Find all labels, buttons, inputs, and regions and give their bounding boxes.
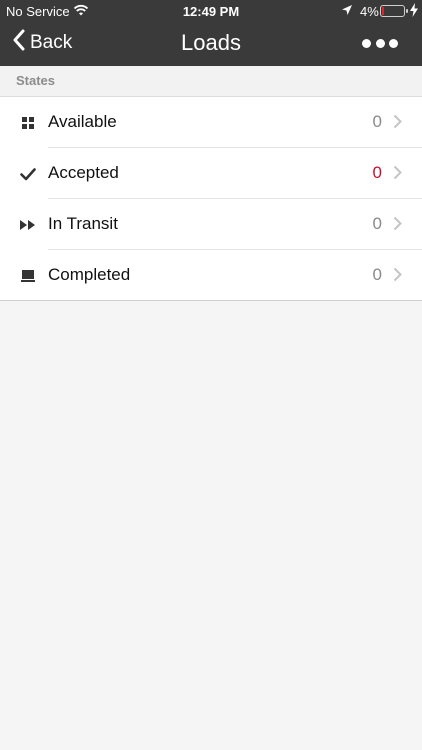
more-options-button[interactable] <box>362 34 398 52</box>
more-dot-icon <box>375 38 385 48</box>
list-item-count: 0 <box>372 265 382 284</box>
more-dot-icon <box>362 38 371 48</box>
list-item-in-transit[interactable]: In Transit 0 <box>0 199 422 250</box>
chevron-right-icon <box>393 216 402 236</box>
battery-percent: 4% <box>360 4 379 19</box>
chevron-right-icon <box>393 267 402 287</box>
section-header-states: States <box>0 66 422 97</box>
clock: 12:49 PM <box>182 4 240 19</box>
list-item-label: In Transit <box>48 214 118 233</box>
states-list: Available 0 Accepted 0 In Transit 0 Comp… <box>0 97 422 301</box>
laptop-icon <box>20 268 36 284</box>
checkmark-icon <box>20 166 36 182</box>
charging-bolt-icon <box>410 3 418 20</box>
list-item-count: 0 <box>372 112 382 131</box>
list-item-label: Completed <box>48 265 131 284</box>
list-item-accepted[interactable]: Accepted 0 <box>0 148 422 199</box>
list-item-label: Accepted <box>48 163 119 182</box>
navigation-bar: No Service 12:49 PM 4% Back Loads <box>0 0 422 66</box>
chevron-right-icon <box>393 114 402 134</box>
list-item-available[interactable]: Available 0 <box>0 97 422 148</box>
location-arrow-icon <box>341 4 353 19</box>
more-dot-icon <box>389 38 398 48</box>
list-item-label: Available <box>48 112 117 131</box>
fast-forward-icon <box>20 217 36 233</box>
battery-icon <box>380 5 408 17</box>
list-item-completed[interactable]: Completed 0 <box>0 250 422 301</box>
list-item-count: 0 <box>372 163 382 182</box>
list-item-count: 0 <box>372 214 382 233</box>
status-bar: No Service 12:49 PM 4% <box>0 0 422 22</box>
page-title: Loads <box>181 30 241 55</box>
grid-icon <box>20 115 36 131</box>
chevron-right-icon <box>393 165 402 185</box>
